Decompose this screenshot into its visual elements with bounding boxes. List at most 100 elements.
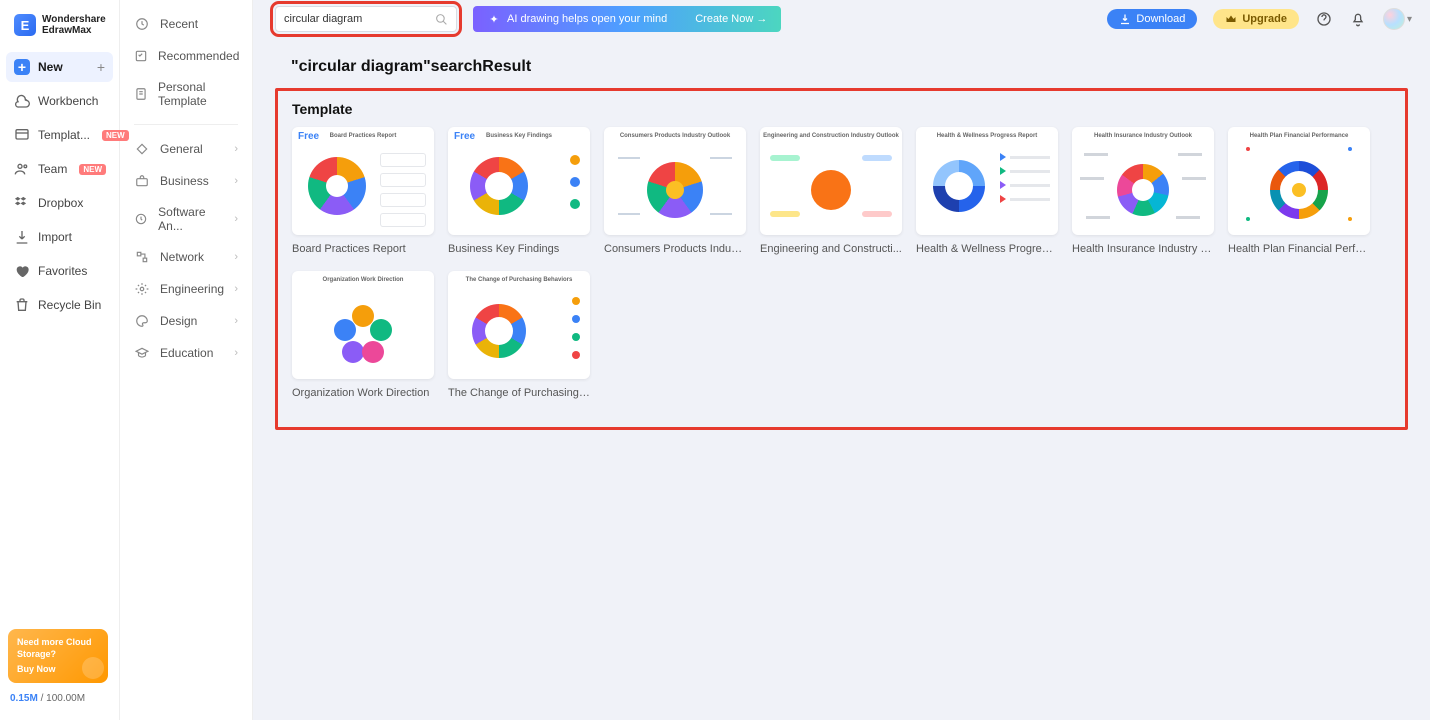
cat-engineering[interactable]: Engineering › [120, 273, 252, 305]
cat-network[interactable]: Network › [120, 241, 252, 273]
palette-icon [134, 313, 150, 329]
promo-text: Need more Cloud Storage? [17, 636, 99, 660]
sidebar2-recommended[interactable]: Recommended [120, 40, 252, 72]
sidebar-item-label: Dropbox [38, 196, 83, 210]
thumb-title: Health & Wellness Progress Report [916, 133, 1058, 139]
thumb-title: The Change of Purchasing Behaviors [448, 277, 590, 283]
file-icon [134, 86, 148, 102]
clock-icon [134, 16, 150, 32]
gear-icon [134, 281, 150, 297]
upgrade-button[interactable]: Upgrade [1213, 9, 1299, 29]
plus-icon: + [14, 59, 30, 75]
download-button[interactable]: Download [1107, 9, 1197, 29]
cat-design[interactable]: Design › [120, 305, 252, 337]
template-thumb: Engineering and Construction Industry Ou… [760, 127, 902, 235]
crown-icon [1225, 13, 1237, 25]
cat-general[interactable]: General › [120, 133, 252, 165]
main-area: ✦ AI drawing helps open your mind Create… [253, 0, 1430, 720]
sidebar-item-label: Software An... [158, 205, 224, 233]
template-card[interactable]: FreeBusiness Key FindingsBusiness Key Fi… [448, 127, 590, 255]
template-card[interactable]: Engineering and Construction Industry Ou… [760, 127, 902, 255]
thumb-title: Board Practices Report [292, 133, 434, 139]
secondary-sidebar: Recent Recommended Personal Template Gen… [120, 0, 253, 720]
template-thumb: Organization Work Direction [292, 271, 434, 379]
brand-line2: EdrawMax [42, 25, 106, 36]
template-thumb: Consumers Products Industry Outlook [604, 127, 746, 235]
ai-banner-text: AI drawing helps open your mind [507, 13, 667, 25]
sidebar-item-label: Templat... [38, 128, 90, 142]
help-icon[interactable] [1315, 10, 1333, 28]
tag-icon [134, 141, 150, 157]
storage-used: 0.15M [10, 693, 38, 704]
results-panel: Template FreeBoard Practices ReportBoard… [275, 88, 1408, 430]
sidebar2-recent[interactable]: Recent [120, 8, 252, 40]
template-card[interactable]: The Change of Purchasing Behaviors The Ch… [448, 271, 590, 399]
template-card[interactable]: FreeBoard Practices ReportBoard Practice… [292, 127, 434, 255]
download-label: Download [1136, 13, 1185, 25]
template-title: Health & Wellness Progress ... [916, 243, 1058, 255]
search-icon[interactable] [435, 13, 448, 26]
new-badge: NEW [79, 164, 106, 175]
sidebar-item-import[interactable]: Import [6, 222, 113, 252]
search-input-wrap[interactable] [275, 6, 457, 32]
template-title: Board Practices Report [292, 243, 434, 255]
ai-banner[interactable]: ✦ AI drawing helps open your mind Create… [473, 6, 781, 32]
cat-education[interactable]: Education › [120, 337, 252, 369]
brand: E Wondershare EdrawMax [0, 10, 119, 46]
sidebar-item-label: Workbench [38, 94, 98, 108]
heart-icon [14, 263, 30, 279]
chevron-right-icon: › [234, 283, 238, 295]
code-icon [134, 211, 148, 227]
dropbox-icon [14, 195, 30, 211]
cat-software[interactable]: Software An... › [120, 197, 252, 241]
chevron-down-icon: ▾ [1407, 14, 1412, 25]
storage-sep: / [38, 693, 46, 704]
bell-icon[interactable] [1349, 10, 1367, 28]
sidebar-item-label: Network [160, 250, 204, 264]
avatar [1383, 8, 1405, 30]
search-input[interactable] [284, 13, 435, 25]
top-bar: ✦ AI drawing helps open your mind Create… [253, 0, 1430, 38]
template-title: The Change of Purchasing B... [448, 387, 590, 399]
sidebar2-personal[interactable]: Personal Template [120, 72, 252, 116]
template-thumb: Health Plan Financial Performance [1228, 127, 1370, 235]
user-menu[interactable]: ▾ [1383, 8, 1412, 30]
network-icon [134, 249, 150, 265]
sidebar-item-label: Recent [160, 17, 198, 31]
storage-promo[interactable]: Need more Cloud Storage? Buy Now [8, 629, 108, 683]
template-card[interactable]: Health Plan Financial PerformanceHealth … [1228, 127, 1370, 255]
sidebar-item-team[interactable]: Team NEW [6, 154, 113, 184]
template-thumb: FreeBoard Practices Report [292, 127, 434, 235]
template-card[interactable]: Health & Wellness Progress Report Health … [916, 127, 1058, 255]
graduation-icon [134, 345, 150, 361]
sidebar-item-templates[interactable]: Templat... NEW [6, 120, 113, 150]
template-card[interactable]: Organization Work DirectionOrganization … [292, 271, 434, 399]
template-thumb: FreeBusiness Key Findings [448, 127, 590, 235]
storage-usage: 0.15M / 100.00M [8, 693, 111, 710]
template-thumb: Health Insurance Industry Outlook [1072, 127, 1214, 235]
sidebar-item-workbench[interactable]: Workbench [6, 86, 113, 116]
sidebar-item-favorites[interactable]: Favorites [6, 256, 113, 286]
template-title: Engineering and Constructi... [760, 243, 902, 255]
sidebar-item-label: Education [160, 346, 213, 360]
sidebar-item-label: Recycle Bin [38, 298, 101, 312]
brand-logo-icon: E [14, 14, 36, 36]
brand-text: Wondershare EdrawMax [42, 14, 106, 36]
briefcase-icon [134, 173, 150, 189]
template-card[interactable]: Consumers Products Industry OutlookConsu… [604, 127, 746, 255]
chevron-right-icon: › [234, 213, 238, 225]
sidebar-item-label: Personal Template [158, 80, 238, 108]
sidebar-item-label: Import [38, 230, 72, 244]
primary-sidebar: E Wondershare EdrawMax + New + Workbench… [0, 0, 120, 720]
sidebar-item-recyclebin[interactable]: Recycle Bin [6, 290, 113, 320]
section-title: Template [292, 101, 1391, 117]
template-icon [14, 127, 30, 143]
ai-banner-cta[interactable]: Create Now → [695, 13, 767, 25]
cat-business[interactable]: Business › [120, 165, 252, 197]
sidebar-item-dropbox[interactable]: Dropbox [6, 188, 113, 218]
sidebar-item-label: Team [38, 162, 67, 176]
sidebar-item-new[interactable]: + New + [6, 52, 113, 82]
sidebar-item-label: Business [160, 174, 209, 188]
template-card[interactable]: Health Insurance Industry OutlookHealth … [1072, 127, 1214, 255]
chevron-right-icon: › [234, 143, 238, 155]
